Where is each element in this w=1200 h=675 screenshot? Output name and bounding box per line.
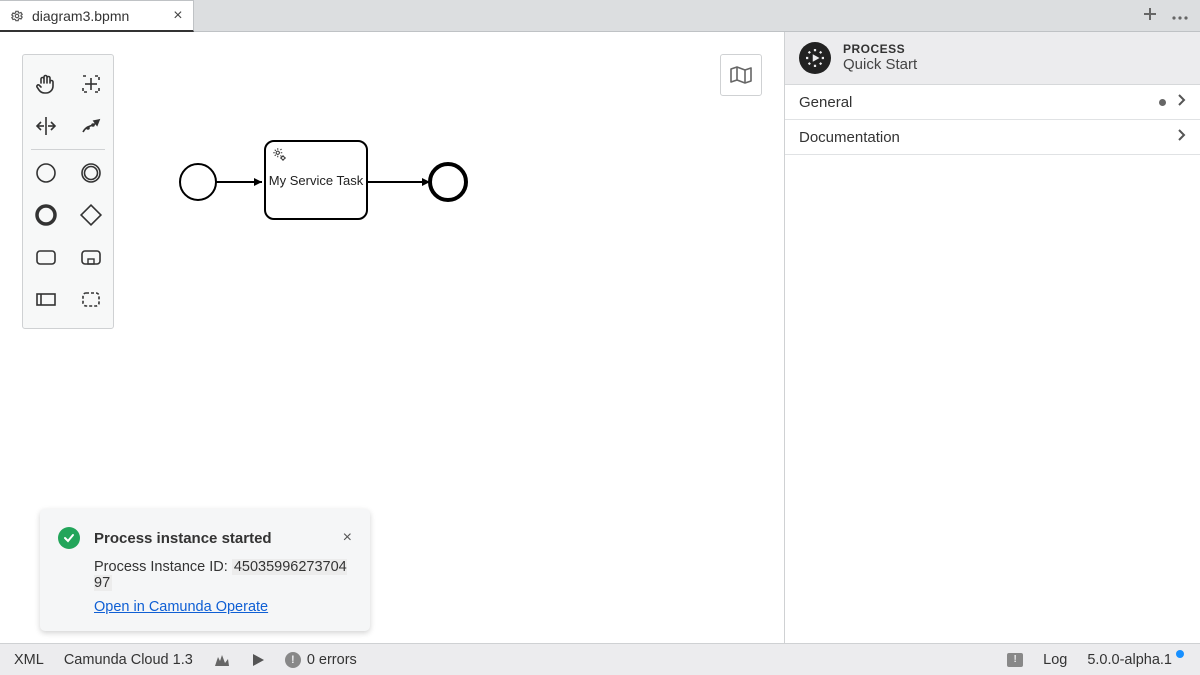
toast-title: Process instance started	[94, 530, 329, 547]
toast-close-icon[interactable]: ×	[343, 529, 352, 547]
chevron-right-icon	[1176, 128, 1186, 146]
element-name: Quick Start	[843, 56, 917, 74]
task-tool[interactable]	[31, 242, 61, 272]
global-connect-tool[interactable]	[76, 111, 106, 141]
close-icon[interactable]: ×	[173, 8, 182, 24]
service-task[interactable]: My Service Task	[264, 140, 368, 220]
canvas[interactable]: My Service Task Process instance started…	[0, 32, 784, 643]
feedback-button[interactable]: !	[1007, 653, 1023, 667]
lasso-tool[interactable]	[76, 69, 106, 99]
gear-icon	[10, 9, 24, 23]
section-general-label: General	[799, 94, 852, 111]
gateway-tool[interactable]	[76, 200, 106, 230]
section-documentation-label: Documentation	[799, 129, 900, 146]
hand-tool[interactable]	[31, 69, 61, 99]
tool-palette	[22, 54, 114, 329]
end-event[interactable]	[430, 164, 466, 200]
deploy-button[interactable]	[213, 652, 231, 668]
update-indicator-dot	[1176, 650, 1184, 658]
section-documentation[interactable]: Documentation	[785, 120, 1200, 155]
element-type-label: PROCESS	[843, 42, 917, 56]
notification-toast: Process instance started × Process Insta…	[40, 509, 370, 631]
properties-panel: PROCESS Quick Start General Documentatio…	[784, 32, 1200, 643]
process-icon	[799, 42, 831, 74]
chevron-right-icon	[1176, 93, 1186, 111]
participant-tool[interactable]	[31, 284, 61, 314]
tab-title: diagram3.bpmn	[32, 8, 129, 24]
section-general[interactable]: General	[785, 85, 1200, 120]
log-button[interactable]: Log	[1043, 652, 1067, 668]
properties-header: PROCESS Quick Start	[785, 32, 1200, 85]
task-label: My Service Task	[269, 173, 363, 188]
service-task-icon	[271, 146, 289, 164]
xml-toggle[interactable]: XML	[14, 652, 44, 668]
subprocess-tool[interactable]	[76, 242, 106, 272]
minimap-toggle[interactable]	[720, 54, 762, 96]
start-instance-button[interactable]	[251, 653, 265, 667]
start-event[interactable]	[180, 164, 216, 200]
new-tab-button[interactable]	[1142, 6, 1158, 25]
instance-id-label: Process Instance ID:	[94, 559, 232, 575]
start-event-tool[interactable]	[31, 158, 61, 188]
error-icon: !	[285, 652, 301, 668]
open-operate-link[interactable]: Open in Camunda Operate	[94, 599, 268, 615]
end-event-tool[interactable]	[31, 200, 61, 230]
file-tab[interactable]: diagram3.bpmn ×	[0, 0, 194, 32]
status-bar: XML Camunda Cloud 1.3 ! 0 errors ! Log 5…	[0, 643, 1200, 675]
version-text: 5.0.0-alpha.1	[1087, 652, 1172, 668]
section-indicator-dot	[1159, 99, 1166, 106]
feedback-icon: !	[1007, 653, 1023, 667]
tab-bar: diagram3.bpmn ×	[0, 0, 1200, 32]
group-tool[interactable]	[76, 284, 106, 314]
errors-count: 0 errors	[307, 652, 357, 668]
more-menu-icon[interactable]	[1172, 7, 1188, 23]
version-label[interactable]: 5.0.0-alpha.1	[1087, 652, 1186, 668]
success-check-icon	[58, 527, 80, 549]
space-tool[interactable]	[31, 111, 61, 141]
engine-profile[interactable]: Camunda Cloud 1.3	[64, 652, 193, 668]
intermediate-event-tool[interactable]	[76, 158, 106, 188]
errors-button[interactable]: ! 0 errors	[285, 652, 357, 668]
